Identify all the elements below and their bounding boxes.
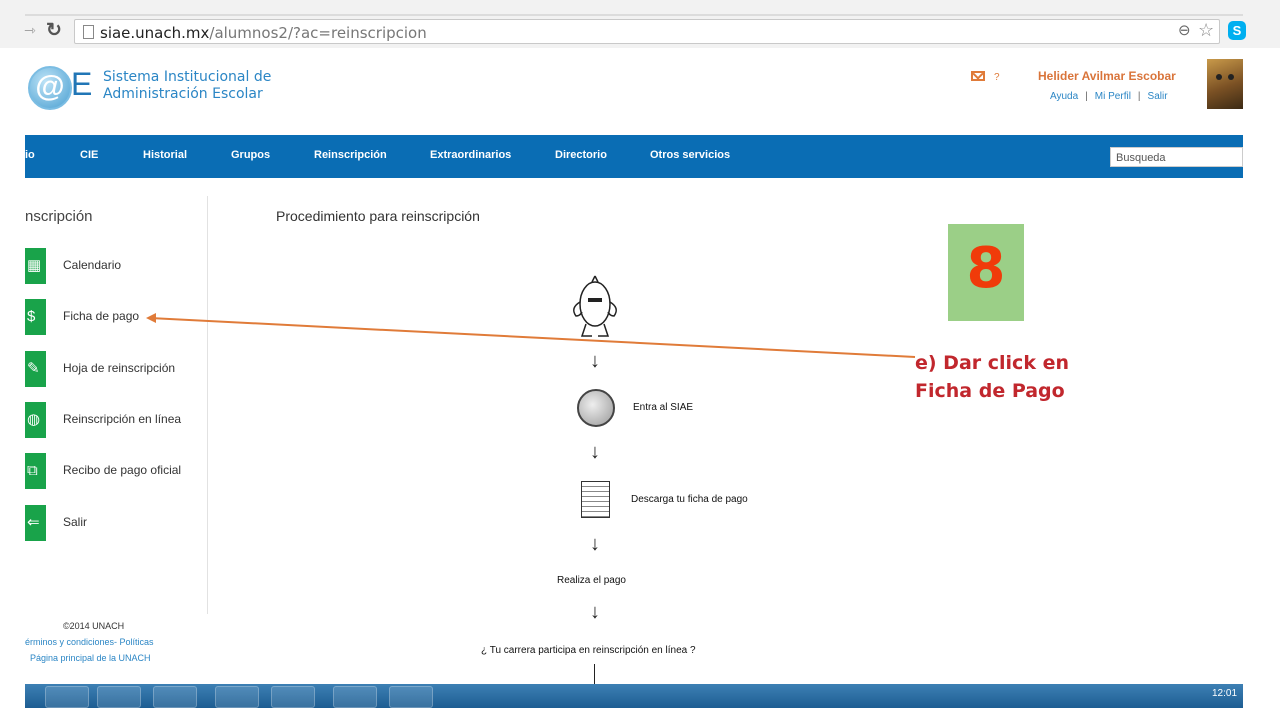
browser-tab-strip (25, 14, 1243, 16)
link-salir[interactable]: Salir (1148, 91, 1168, 102)
page-title: Procedimiento para reinscripción (276, 208, 480, 224)
dollar-icon: $ (25, 299, 46, 335)
page-icon (83, 25, 94, 39)
cartoon-character-icon (573, 275, 617, 337)
nav-item-grupos[interactable]: Grupos (231, 149, 270, 161)
nav-item-cie[interactable]: CIE (80, 149, 98, 161)
instruction-line2: Ficha de Pago (915, 380, 1065, 402)
sidebar-item-calendario[interactable]: ▦ Calendario (25, 248, 205, 284)
pencil-icon: ✎ (25, 351, 46, 387)
flow-arrow: ↓ (590, 350, 600, 372)
powerpoint-icon[interactable] (389, 686, 433, 708)
taskbar-clock: 12:01 (1212, 688, 1238, 699)
search-box[interactable] (1110, 147, 1243, 167)
sidebar-item-hoja-de-reinscripcion[interactable]: ✎ Hoja de reinscripción (25, 351, 205, 387)
media-player-icon[interactable] (97, 686, 141, 708)
step-number-badge: 8 (948, 224, 1024, 321)
windows-taskbar (25, 684, 1243, 708)
sidebar-item-label: Hoja de reinscripción (63, 361, 176, 375)
address-url: siae.unach.mx/alumnos2/?ac=reinscripcion (100, 24, 427, 42)
step-realiza-pago: Realiza el pago (557, 575, 626, 586)
nav-item-extraordinarios[interactable]: Extraordinarios (430, 149, 511, 161)
firefox-icon[interactable] (271, 686, 315, 708)
footer-copyright: ©2014 UNACH (63, 621, 125, 631)
globe-icon (577, 389, 615, 427)
sidebar-item-reinscripcion-en-linea[interactable]: ◍ Reinscripción en línea (25, 402, 205, 438)
sidebar-item-recibo-de-pago-oficial[interactable]: ⧉ Recibo de pago oficial (25, 453, 205, 489)
chrome-icon[interactable] (153, 686, 197, 708)
mail-icon[interactable] (971, 71, 985, 81)
user-name: Helider Avilmar Escobar (1038, 69, 1176, 83)
nav-item-directorio[interactable]: Directorio (555, 149, 607, 161)
forward-arrow-icon[interactable]: ⇾ (24, 22, 36, 39)
sidebar-item-label: Ficha de pago (63, 309, 140, 323)
document-icon (581, 481, 610, 518)
screen: ⇾ ↻ siae.unach.mx/alumnos2/?ac=reinscrip… (0, 0, 1280, 720)
main-nav: io CIE Historial Grupos Reinscripción Ex… (25, 135, 1243, 178)
sidebar-item-ficha-de-pago[interactable]: $ Ficha de pago (25, 299, 205, 335)
folder-icon[interactable] (215, 686, 259, 708)
nav-item-inicio[interactable]: io (25, 149, 35, 161)
bookmark-star-icon[interactable]: ☆ (1198, 20, 1214, 41)
nav-item-reinscripcion[interactable]: Reinscripción (314, 149, 387, 161)
skype-taskbar-icon[interactable] (333, 686, 377, 708)
step-number: 8 (966, 236, 1006, 301)
ie-icon[interactable] (45, 686, 89, 708)
sidebar-title: nscripción (25, 208, 93, 225)
sidebar-divider (207, 196, 208, 614)
help-icon[interactable]: ? (994, 72, 1000, 83)
separator: | (1137, 91, 1141, 102)
sidebar-item-salir[interactable]: ⇐ Salir (25, 505, 205, 541)
skype-icon[interactable]: S (1228, 21, 1246, 40)
flow-arrow: ↓ (590, 533, 600, 555)
search-input[interactable] (1111, 149, 1242, 167)
footer-unach-link[interactable]: Página principal de la UNACH (30, 653, 151, 663)
instruction-line1: e) Dar click en (915, 352, 1069, 374)
user-links: Ayuda | Mi Perfil | Salir (1050, 91, 1168, 102)
siae-logo-icon[interactable]: @ (28, 66, 72, 110)
footer-terms-link[interactable]: érminos y condiciones- Políticas (25, 637, 154, 647)
site-title-line2: Administración Escolar (103, 86, 263, 102)
sidebar-item-label: Calendario (63, 258, 122, 272)
nav-item-historial[interactable]: Historial (143, 149, 187, 161)
reload-icon[interactable]: ↻ (46, 19, 62, 42)
siae-logo-letter: E (71, 66, 93, 102)
sidebar-item-label: Recibo de pago oficial (63, 463, 182, 477)
flow-arrow: ↓ (590, 601, 600, 623)
receipt-icon: ⧉ (25, 453, 46, 489)
step-descarga-ficha: Descarga tu ficha de pago (631, 494, 748, 505)
step-pregunta-carrera: ¿ Tu carrera participa en reinscripción … (481, 645, 696, 656)
separator: | (1085, 91, 1088, 102)
avatar[interactable] (1207, 59, 1243, 109)
address-bar[interactable]: siae.unach.mx/alumnos2/?ac=reinscripcion (74, 19, 1220, 44)
nav-item-otros-servicios[interactable]: Otros servicios (650, 149, 730, 161)
site-title-line1: Sistema Institucional de (103, 69, 272, 85)
link-ayuda[interactable]: Ayuda (1050, 91, 1078, 102)
zoom-icon[interactable]: ⊖ (1178, 21, 1191, 39)
instruction-annotation: e) Dar click en Ficha de Pago (915, 349, 1069, 405)
flow-line (594, 664, 595, 684)
sidebar-item-label: Reinscripción en línea (63, 412, 182, 426)
exit-arrow-icon: ⇐ (25, 505, 46, 541)
flow-arrow: ↓ (590, 441, 600, 463)
site-title[interactable]: Sistema Institucional de Administración … (103, 69, 271, 103)
sidebar-item-label: Salir (63, 515, 88, 529)
step-entra-siae: Entra al SIAE (633, 402, 694, 413)
globe-icon: ◍ (25, 402, 46, 438)
link-mi-perfil[interactable]: Mi Perfil (1095, 91, 1131, 102)
calendar-icon: ▦ (25, 248, 46, 284)
